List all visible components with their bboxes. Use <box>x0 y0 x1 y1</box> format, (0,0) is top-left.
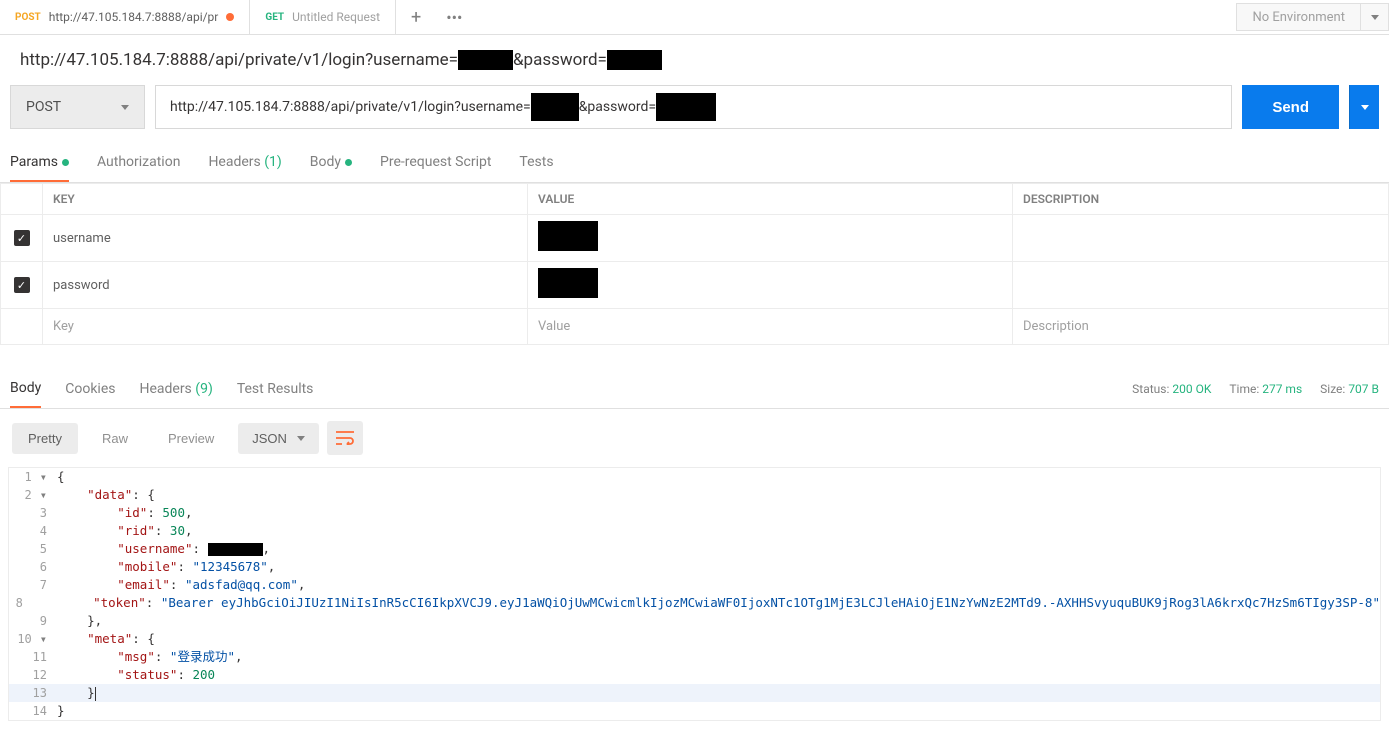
response-tab-body[interactable]: Body <box>10 380 41 408</box>
tab-label: Headers <box>139 381 191 397</box>
json-id: 500 <box>162 505 185 520</box>
content-type-dropdown[interactable]: JSON <box>238 423 319 454</box>
cell-value[interactable] <box>528 215 1013 262</box>
response-meta: Status: 200 OK Time: 277 ms Size: 707 B <box>1132 382 1379 406</box>
status-label: Status: <box>1132 382 1169 396</box>
table-row-empty[interactable]: Key Value Description <box>1 309 1389 345</box>
chevron-down-icon <box>297 436 305 441</box>
tab-label: Params <box>10 154 58 170</box>
json-token: Bearer eyJhbGciOiJIUzI1NiIsInR5cCI6IkpXV… <box>168 595 1372 610</box>
request-input-row: POST http://47.105.184.7:8888/api/privat… <box>0 85 1389 144</box>
table-row[interactable]: ✓ username <box>1 215 1389 262</box>
wrap-lines-button[interactable] <box>327 421 363 455</box>
response-tab-headers[interactable]: Headers (9) <box>139 381 212 407</box>
row-checkbox[interactable]: ✓ <box>14 277 30 293</box>
title-prefix: http://47.105.184.7:8888/api/private/v1/… <box>20 50 458 70</box>
cell-desc-placeholder[interactable]: Description <box>1013 309 1389 345</box>
col-desc: DESCRIPTION <box>1013 184 1389 215</box>
chevron-down-icon <box>121 105 129 110</box>
send-button[interactable]: Send <box>1242 85 1339 129</box>
response-body-editor[interactable]: 1 ▾{ 2 ▾ "data": { 3 "id": 500, 4 "rid":… <box>8 467 1381 721</box>
redacted-password <box>607 50 662 70</box>
redacted-username <box>208 543 263 556</box>
tab-bar: POST http://47.105.184.7:8888/api/pr GET… <box>0 0 1389 35</box>
title-mid: &password= <box>513 50 607 70</box>
cell-value[interactable] <box>528 262 1013 309</box>
col-check <box>1 184 43 215</box>
tab-label: Headers <box>208 154 260 170</box>
environment-quicklook-button[interactable] <box>1361 3 1389 31</box>
new-tab-button[interactable]: + <box>396 7 436 28</box>
json-status: 200 <box>193 667 216 682</box>
cursor-icon <box>95 687 96 701</box>
response-tab-cookies[interactable]: Cookies <box>65 381 115 407</box>
redacted-username <box>458 50 513 70</box>
cell-desc[interactable] <box>1013 262 1389 309</box>
view-preview-button[interactable]: Preview <box>152 423 230 454</box>
cell-key[interactable]: password <box>43 262 528 309</box>
method-dropdown[interactable]: POST <box>10 85 145 129</box>
chevron-down-icon <box>1361 105 1369 110</box>
size-label: Size: <box>1320 382 1345 396</box>
json-msg: 登录成功 <box>177 649 227 664</box>
format-bar: Pretty Raw Preview JSON <box>0 409 1389 467</box>
url-prefix: http://47.105.184.7:8888/api/private/v1/… <box>170 99 531 115</box>
cell-key[interactable]: username <box>43 215 528 262</box>
response-tabs: Body Cookies Headers (9) Test Results St… <box>0 365 1389 409</box>
json-email: adsfad@qq.com <box>193 577 291 592</box>
col-value: VALUE <box>528 184 1013 215</box>
tab-method: POST <box>15 12 41 23</box>
url-mid: &password= <box>579 99 656 115</box>
params-table: KEY VALUE DESCRIPTION ✓ username ✓ passw… <box>0 183 1389 345</box>
json-mobile: 12345678 <box>200 559 260 574</box>
environment-selector: No Environment <box>1236 0 1389 34</box>
request-subtabs: Params Authorization Headers (1) Body Pr… <box>0 144 1389 183</box>
wrap-icon <box>336 431 354 445</box>
send-dropdown-button[interactable] <box>1349 85 1379 129</box>
tab-title: http://47.105.184.7:8888/api/pr <box>49 10 219 24</box>
header-count: (1) <box>264 154 282 170</box>
cell-key-placeholder[interactable]: Key <box>43 309 528 345</box>
environment-dropdown[interactable]: No Environment <box>1236 3 1361 31</box>
tab-label: Body <box>310 154 341 170</box>
indicator-dot-icon <box>62 159 69 166</box>
cell-desc[interactable] <box>1013 215 1389 262</box>
time-label: Time: <box>1229 382 1259 396</box>
header-count: (9) <box>195 381 213 397</box>
tab-method: GET <box>265 12 284 23</box>
table-row[interactable]: ✓ password <box>1 262 1389 309</box>
unsaved-dot-icon <box>226 13 234 21</box>
chevron-down-icon <box>1371 15 1379 20</box>
tab-overflow-button[interactable]: ••• <box>436 8 472 27</box>
time-value: 277 ms <box>1262 382 1302 396</box>
method-value: POST <box>26 99 61 115</box>
view-raw-button[interactable]: Raw <box>86 423 144 454</box>
size-value: 707 B <box>1348 382 1379 396</box>
tab-headers[interactable]: Headers (1) <box>208 144 281 182</box>
tab-params[interactable]: Params <box>10 144 69 182</box>
content-type-value: JSON <box>252 431 287 446</box>
indicator-dot-icon <box>345 159 352 166</box>
response-tab-testresults[interactable]: Test Results <box>237 381 314 407</box>
redacted-username <box>531 93 579 121</box>
tab-authorization[interactable]: Authorization <box>97 144 180 182</box>
tab-prerequest[interactable]: Pre-request Script <box>380 144 491 182</box>
url-input[interactable]: http://47.105.184.7:8888/api/private/v1/… <box>155 85 1232 129</box>
tab-body[interactable]: Body <box>310 144 352 182</box>
cell-value-placeholder[interactable]: Value <box>528 309 1013 345</box>
environment-label: No Environment <box>1252 10 1345 25</box>
status-value: 200 OK <box>1172 382 1211 396</box>
tab-tests[interactable]: Tests <box>519 144 553 182</box>
json-rid: 30 <box>170 523 185 538</box>
request-tab-1[interactable]: GET Untitled Request <box>250 0 396 34</box>
redacted-password <box>656 93 716 121</box>
redacted-value <box>538 221 598 251</box>
row-checkbox[interactable]: ✓ <box>14 230 30 246</box>
redacted-value <box>538 268 598 298</box>
request-tab-0[interactable]: POST http://47.105.184.7:8888/api/pr <box>0 0 250 34</box>
col-key: KEY <box>43 184 528 215</box>
tab-title: Untitled Request <box>292 10 380 24</box>
request-title: http://47.105.184.7:8888/api/private/v1/… <box>0 35 1389 85</box>
view-pretty-button[interactable]: Pretty <box>12 423 78 454</box>
